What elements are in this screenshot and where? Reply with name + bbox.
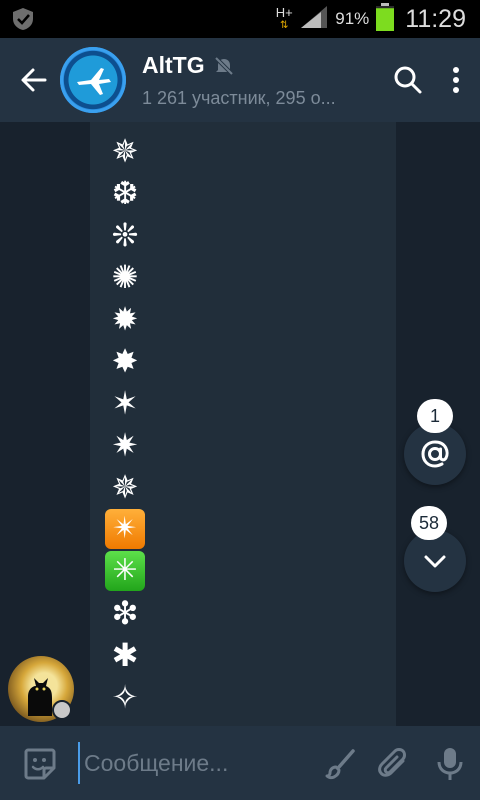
glyph-char: ✹ — [111, 300, 139, 338]
chat-header: AltTG 1 261 участник, 295 о... — [0, 38, 480, 122]
status-dot — [52, 700, 72, 720]
signal-icon — [299, 4, 329, 35]
glyph-char: ✳ — [105, 551, 145, 591]
glyph-char: ✵ — [111, 132, 139, 170]
microphone-icon — [437, 748, 463, 780]
message-input[interactable] — [78, 742, 308, 784]
glyph-char: ✷ — [111, 426, 139, 464]
draw-button[interactable] — [318, 742, 362, 786]
sticker-icon — [24, 748, 56, 780]
muted-icon — [214, 56, 234, 75]
status-bar: H+ ⇅ 91% 11:29 — [0, 0, 480, 38]
unread-count-badge: 58 — [411, 506, 448, 540]
glyph-char: ✧ — [111, 678, 139, 716]
network-arrows-icon: ⇅ — [280, 20, 289, 31]
back-button[interactable] — [14, 60, 54, 100]
message-glyph-list: ✵ ❆ ❊ ✺ ✹ ✸ ✶ ✷ ✵ ✴ ✳ ❇ ✱ ✧ — [100, 130, 150, 718]
message-glyph: ❆ — [100, 172, 150, 214]
message-glyph: ✸ — [100, 340, 150, 382]
jet-plane-icon — [77, 68, 111, 95]
sticker-button[interactable] — [18, 742, 62, 786]
chat-subtitle: 1 261 участник, 295 о... — [142, 88, 336, 108]
network-label: H+ — [275, 5, 293, 20]
battery-percent: 91% — [335, 9, 370, 28]
message-glyph: ❇ — [100, 592, 150, 634]
glyph-char: ✸ — [111, 342, 139, 380]
channel-avatar[interactable] — [60, 47, 126, 113]
glyph-char: ✵ — [111, 468, 139, 506]
more-vert-icon — [453, 67, 459, 93]
paperclip-icon — [378, 748, 406, 777]
glyph-char: ❇ — [111, 594, 139, 632]
message-glyph: ✱ — [100, 634, 150, 676]
sender-avatar[interactable] — [8, 656, 74, 722]
message-glyph: ✺ — [100, 256, 150, 298]
battery-icon — [375, 2, 395, 36]
at-sign-icon — [421, 440, 449, 468]
glyph-char: ❆ — [111, 174, 139, 212]
scroll-down-button[interactable] — [404, 530, 466, 592]
message-glyph: ✵ — [100, 466, 150, 508]
glyph-char: ✱ — [111, 636, 139, 674]
message-glyph: ✴ — [100, 508, 150, 550]
message-glyph: ✳ — [100, 550, 150, 592]
search-button[interactable] — [388, 60, 428, 100]
attach-button[interactable] — [372, 742, 416, 786]
message-glyph: ❊ — [100, 214, 150, 256]
search-icon — [394, 66, 422, 94]
more-menu-button[interactable] — [440, 60, 472, 100]
message-glyph: ✶ — [100, 382, 150, 424]
message-list[interactable]: ✵ ❆ ❊ ✺ ✹ ✸ ✶ ✷ ✵ ✴ ✳ ❇ ✱ ✧ — [0, 122, 480, 726]
shield-icon — [10, 6, 36, 32]
glyph-char: ✶ — [111, 384, 139, 422]
mentions-count-badge: 1 — [417, 399, 453, 433]
chat-title: AltTG — [142, 52, 205, 78]
glyph-char: ✺ — [111, 258, 139, 296]
paintbrush-icon — [325, 749, 355, 780]
message-glyph: ✵ — [100, 130, 150, 172]
back-arrow-icon — [21, 68, 47, 92]
clock: 11:29 — [405, 4, 466, 33]
message-glyph: ✧ — [100, 676, 150, 718]
network-type: H+ ⇅ — [275, 6, 293, 32]
chevron-down-icon — [424, 555, 446, 568]
message-glyph: ✷ — [100, 424, 150, 466]
glyph-char: ❊ — [111, 216, 139, 254]
message-composer — [0, 726, 480, 800]
voice-record-button[interactable] — [428, 742, 472, 786]
message-glyph: ✹ — [100, 298, 150, 340]
glyph-char: ✴ — [105, 509, 145, 549]
